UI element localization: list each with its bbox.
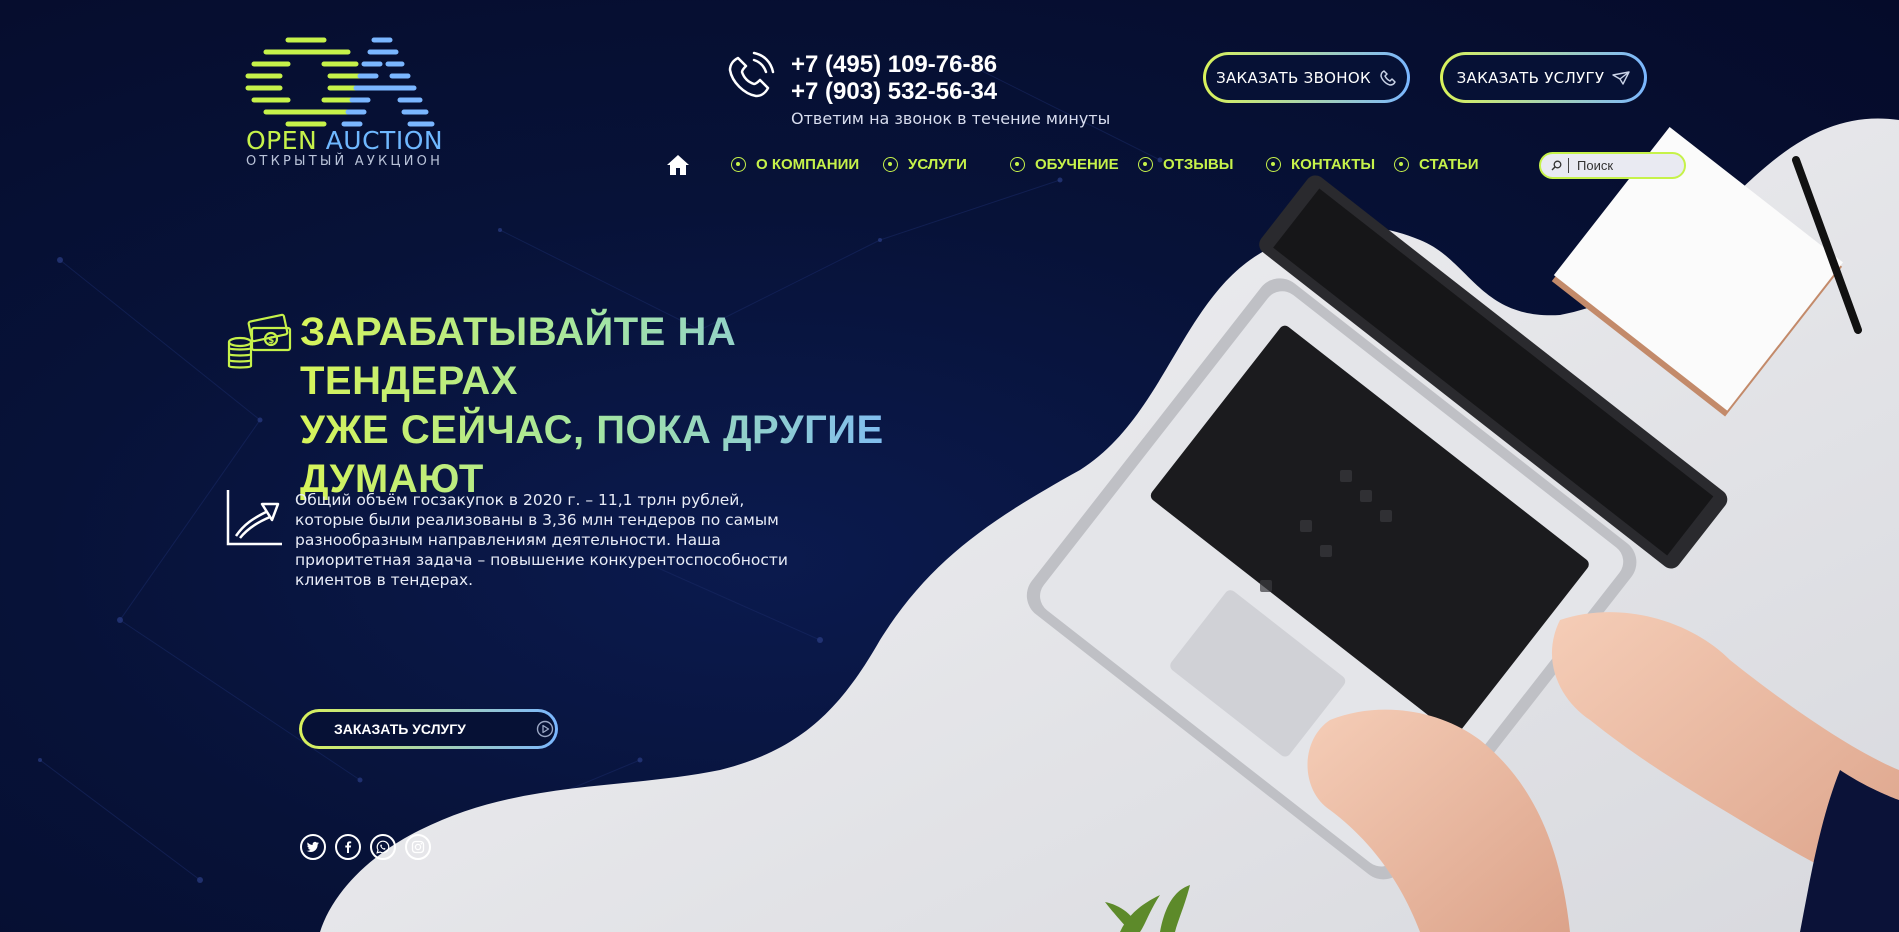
hero-description: Общий объём госзакупок в 2020 г. – 11,1 … [295,491,788,589]
nav-label: О КОМПАНИИ [756,156,860,173]
facebook-icon[interactable] [335,834,361,860]
growth-chart-icon [226,490,282,546]
nav-label: КОНТАКТЫ [1291,156,1376,173]
instagram-glyph [411,840,425,854]
nav-item-training[interactable]: ОБУЧЕНИЕ [1010,156,1119,173]
phone-note: Ответим на звонок в течение минуты [791,109,1111,128]
phone-small-icon [1380,69,1396,86]
nav-item-services[interactable]: УСЛУГИ [883,156,967,173]
nav-label: СТАТЬИ [1419,156,1479,173]
phone-number-1[interactable]: +7 (495) 109-76-86 [791,51,997,79]
nav-label: ОБУЧЕНИЕ [1035,156,1119,173]
nav-bullet-icon [1394,157,1409,172]
nav-bullet-icon [731,157,746,172]
nav-item-about[interactable]: О КОМПАНИИ [731,156,859,173]
order-call-label: ЗАКАЗАТЬ ЗВОНОК [1216,68,1371,87]
twitter-icon[interactable] [300,834,326,860]
logo-word-auction: AUCTION [325,126,444,155]
nav-item-articles[interactable]: СТАТЬИ [1394,156,1479,173]
hero-title: ЗАРАБАТЫВАЙТЕ НА ТЕНДЕРАХ УЖЕ СЕЙЧАС, ПО… [300,308,940,504]
nav-item-contacts[interactable]: КОНТАКТЫ [1266,156,1375,173]
order-service-header-label: ЗАКАЗАТЬ УСЛУГУ [1456,68,1605,87]
whatsapp-glyph [376,840,390,854]
paper-plane-icon [1612,70,1631,85]
nav-bullet-icon [883,157,898,172]
hero-title-line-1: ЗАРАБАТЫВАЙТЕ НА ТЕНДЕРАХ [300,310,737,403]
nav-bullet-icon [1010,157,1025,172]
nav-label: УСЛУГИ [908,156,967,173]
phone-number-2[interactable]: +7 (903) 532-56-34 [791,78,997,106]
nav-bullet-icon [1266,157,1281,172]
whatsapp-icon[interactable] [370,834,396,860]
search-input[interactable] [1577,158,1677,173]
order-call-button[interactable]: ЗАКАЗАТЬ ЗВОНОК [1203,52,1410,103]
instagram-icon[interactable] [405,834,431,860]
search-divider [1568,158,1569,173]
hero-title-line-2: УЖЕ СЕЙЧАС, ПОКА ДРУГИЕ [300,408,884,452]
money-icon: $ [227,313,292,369]
logo-word-open: OPEN [246,126,326,155]
order-service-button[interactable]: ЗАКАЗАТЬ УСЛУГУ [299,709,558,749]
svg-text:$: $ [268,336,274,346]
twitter-glyph [306,841,319,852]
home-icon[interactable] [666,154,690,176]
logo-subtitle: ОТКРЫТЫЙ АУКЦИОН [246,154,444,169]
phone-icon [728,51,775,98]
page: OPEN AUCTION ОТКРЫТЫЙ АУКЦИОН +7 (495) 1… [0,0,1899,932]
facebook-glyph [345,841,352,853]
order-service-label: ЗАКАЗАТЬ УСЛУГУ [334,721,466,737]
play-circle-icon [536,720,554,738]
logo-wordmark[interactable]: OPEN AUCTION [246,126,443,155]
nav-bullet-icon [1138,157,1153,172]
order-service-header-button[interactable]: ЗАКАЗАТЬ УСЛУГУ [1440,52,1647,103]
search-box[interactable] [1539,152,1686,179]
search-icon[interactable] [1551,160,1562,171]
nav-label: ОТЗЫВЫ [1163,156,1234,173]
nav-item-reviews[interactable]: ОТЗЫВЫ [1138,156,1233,173]
